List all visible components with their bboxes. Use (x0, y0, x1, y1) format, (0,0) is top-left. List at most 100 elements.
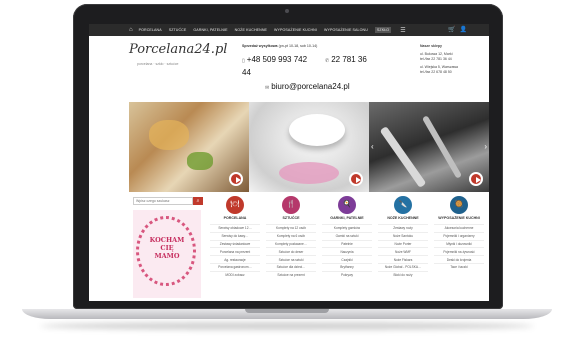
nav-item-wyposazenie-kuchni[interactable]: WYPOSAŻENIE KUCHNI (274, 28, 317, 32)
play-icon[interactable] (469, 172, 483, 186)
category-link[interactable]: Młynki i dozowniki (434, 239, 484, 248)
play-icon[interactable] (349, 172, 363, 186)
category-link[interactable]: Noże Global - POLSKA… (378, 262, 428, 271)
site-logo[interactable]: Porcelana24.pl porcelana · szkło · sztuć… (129, 42, 227, 78)
banner-row: ‹ › (129, 102, 489, 192)
banner-decoration (149, 120, 189, 150)
nav-item-sztucce[interactable]: SZTUĆCE (169, 28, 187, 32)
category-link[interactable]: Tace i taczki (434, 262, 484, 271)
category-link[interactable]: Sztućce do deser (266, 247, 316, 255)
shipping-hours: Sprzedaż wysyłkowa (pn-pt 10-18, sob 10-… (242, 44, 317, 48)
stores-info: Nasze sklepy ul. Bukowa 12, Marki tel./f… (420, 44, 458, 75)
category-link[interactable]: Zestawy noży (378, 224, 428, 232)
arrow-right-icon[interactable]: › (484, 142, 487, 151)
category-link[interactable]: Noże Porter (378, 239, 428, 248)
landline-phone[interactable]: ✆ 22 781 36 (325, 54, 367, 67)
category-title[interactable]: WYPOSAŻENIE KUCHNI (431, 216, 487, 224)
category-link[interactable]: Garnki na sztuki (322, 231, 372, 240)
home-icon[interactable]: ⌂ (129, 27, 133, 33)
category-link[interactable]: Sztućce dla dzieci… (266, 262, 316, 271)
category-title[interactable]: SZTUĆCE (263, 216, 319, 224)
category-link[interactable]: MODI zobacz (210, 270, 260, 279)
banner-decoration (187, 152, 213, 170)
category-link[interactable]: Akcesoria kuchenne (434, 224, 484, 232)
category-links: Komplety garnków Garnki na sztuki Patelnie… (319, 224, 375, 278)
category-link[interactable]: Noże Fiskars (378, 255, 428, 263)
category-link[interactable]: Pojemniki i organizery (434, 231, 484, 240)
category-link[interactable]: Komplety na 12 osób (266, 224, 316, 232)
category-link[interactable]: Sztućce na prezent (266, 270, 316, 279)
landline-number: 22 781 36 (331, 55, 367, 64)
category-link[interactable]: Noże WMF (378, 247, 428, 255)
arrow-left-icon[interactable]: ‹ (371, 142, 374, 151)
banner-breakfast[interactable] (129, 102, 249, 192)
category-title[interactable]: GARNKI, PATELNIE (319, 216, 375, 224)
search-icon[interactable]: ⌕ (193, 197, 203, 205)
banner-cutlery[interactable]: ‹ › (369, 102, 489, 192)
category-title[interactable]: PORCELANA (207, 216, 263, 224)
category-column: 🍽 PORCELANA Serwisy obiadowe 12… Serwisy do… (207, 192, 263, 298)
mobile-icon: ▯ (242, 58, 245, 64)
mobile-phone-number: +48 509 993 742 44 (242, 55, 308, 77)
category-link[interactable]: Pokrywy (322, 270, 372, 279)
nav-item-szklo[interactable]: SZKŁO (374, 27, 392, 33)
category-icon[interactable]: 🥘 (450, 196, 468, 214)
category-links: Komplety na 12 osób Komplety na 6 osób Kom… (263, 224, 319, 278)
laptop-notch (245, 309, 329, 313)
category-link[interactable]: Komplety na 6 osób (266, 231, 316, 240)
knife-shape (379, 126, 427, 188)
category-link[interactable]: Ag. restauracje (210, 255, 260, 263)
category-link[interactable]: Komplety pozłacane… (266, 239, 316, 248)
contact-email[interactable]: ✉ biuro@porcelana24.pl (265, 82, 350, 91)
mail-icon: ✉ (265, 85, 270, 91)
category-link[interactable]: Serwisy do kawy… (210, 231, 260, 240)
banner-porcelain-cups[interactable] (249, 102, 369, 192)
category-column: 🍳 GARNKI, PATELNIE Komplety garnków Garnki … (319, 192, 375, 298)
category-link[interactable]: Porcelana gastronom… (210, 262, 260, 271)
promo-line-3: MAMO (154, 252, 180, 260)
website-screen: ⌂ PORCELANA SZTUĆCE GARNKI, PATELNIE NOŻ… (89, 24, 489, 301)
hours-label: Sprzedaż wysyłkowa (242, 44, 278, 48)
category-icon[interactable]: 🍴 (282, 196, 300, 214)
category-title[interactable]: NOŻE KUCHENNE (375, 216, 431, 224)
category-link[interactable]: Serwisy obiadowe 12… (210, 224, 260, 232)
category-link[interactable]: Naczynia (322, 247, 372, 255)
nav-item-wyposazenie-salonu[interactable]: WYPOSAŻENIE SALONU (324, 28, 368, 32)
category-link[interactable]: Noże Santoku (378, 231, 428, 240)
nav-item-noze[interactable]: NOŻE KUCHENNE (235, 28, 267, 32)
category-link[interactable]: Patelnie (322, 239, 372, 248)
laptop-frame: ⌂ PORCELANA SZTUĆCE GARNKI, PATELNIE NOŻ… (0, 0, 574, 346)
category-icon[interactable]: 🍽 (226, 196, 244, 214)
category-icon[interactable]: 🔪 (394, 196, 412, 214)
search-input[interactable] (133, 197, 193, 205)
flowers-shape (279, 162, 339, 184)
promo-mothers-day[interactable]: KOCHAM CIĘ MAMO (133, 210, 201, 298)
mobile-phone[interactable]: ▯ +48 509 993 742 44 (242, 54, 312, 78)
nav-item-porcelana[interactable]: PORCELANA (139, 28, 162, 32)
category-link[interactable]: Pojemniki na żywność (434, 247, 484, 255)
menu-icon[interactable]: ☰ (400, 27, 405, 34)
category-link[interactable]: Sztućce na sztuki (266, 255, 316, 263)
top-navbar: ⌂ PORCELANA SZTUĆCE GARNKI, PATELNIE NOŻ… (89, 24, 489, 36)
cart-icon[interactable]: 🛒 (448, 27, 455, 33)
category-link[interactable]: Zestawy śniadaniowe (210, 239, 260, 248)
category-links: Zestawy noży Noże Santoku Noże Porter Noże … (375, 224, 431, 278)
phone-icon: ✆ (325, 58, 330, 64)
category-link[interactable]: Porcelana na prezent (210, 247, 260, 255)
category-link[interactable]: Komplety garnków (322, 224, 372, 232)
category-link[interactable]: Deski do krojenia (434, 255, 484, 263)
hours-text: (pn-pt 10-18, sob 10-14) (278, 44, 318, 48)
nav-item-garnki[interactable]: GARNKI, PATELNIE (193, 28, 227, 32)
stores-title: Nasze sklepy (420, 44, 442, 48)
category-links: Serwisy obiadowe 12… Serwisy do kawy… Zest… (207, 224, 263, 278)
category-columns: 🍽 PORCELANA Serwisy obiadowe 12… Serwisy do… (207, 192, 489, 298)
category-link[interactable]: Brytfanny (322, 262, 372, 271)
user-icon[interactable]: 👤 (460, 27, 467, 33)
category-link[interactable]: Czajniki (322, 255, 372, 263)
logo-text: Porcelana24.pl (129, 42, 228, 57)
email-address: biuro@porcelana24.pl (271, 82, 350, 91)
category-link[interactable]: Bloki do noży (378, 270, 428, 279)
promo-line-2: CIĘ (160, 244, 174, 252)
play-icon[interactable] (229, 172, 243, 186)
category-icon[interactable]: 🍳 (338, 196, 356, 214)
